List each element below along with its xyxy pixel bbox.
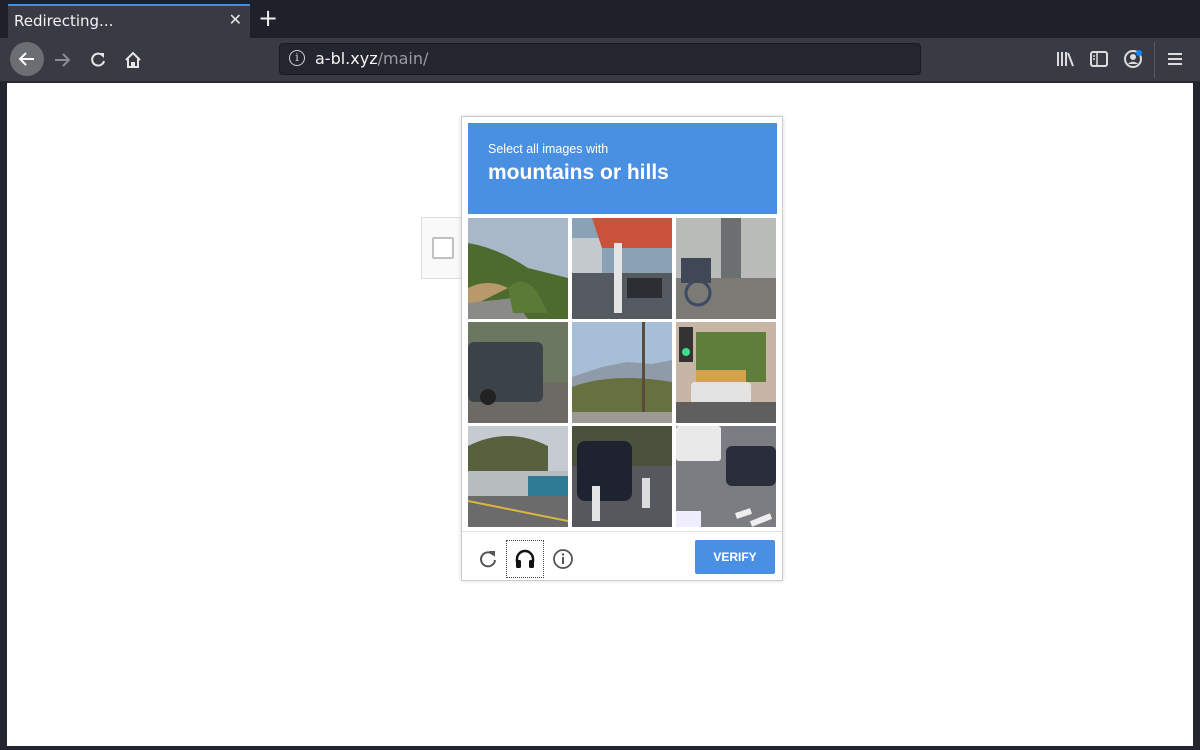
tile-image [572,322,672,423]
sidebar-icon [1090,51,1108,67]
captcha-tile-2[interactable] [572,218,672,319]
tab-bar: Redirecting... ✕ + [0,0,1200,38]
close-icon[interactable]: ✕ [229,10,242,29]
captcha-tile-4[interactable] [468,322,568,423]
captcha-tile-1[interactable] [468,218,568,319]
info-icon[interactable]: i [289,50,305,66]
browser-window: Redirecting... ✕ + i a-bl.xyz/main/ Sele… [0,0,1200,750]
info-icon [553,549,573,569]
url-text: a-bl.xyz/main/ [315,49,428,68]
menu-icon [1168,53,1182,65]
reload-button[interactable] [82,44,114,76]
tile-image [676,218,776,319]
sidebar-button[interactable] [1084,44,1114,74]
reload-challenge-button[interactable] [469,540,507,578]
account-icon [1124,50,1142,68]
recaptcha-checkbox[interactable] [432,237,454,259]
captcha-prompt-sub: Select all images with [488,142,609,156]
footer-divider [462,531,782,532]
url-host: a-bl.xyz [315,49,378,68]
help-button[interactable] [544,540,582,578]
toolbar-separator [1154,42,1155,78]
recaptcha-anchor [421,217,466,279]
captcha-challenge: Select all images with mountains or hill… [461,116,783,581]
headphones-icon [515,549,535,568]
captcha-tile-9[interactable] [676,426,776,527]
nav-bar: i a-bl.xyz/main/ [0,38,1200,82]
arrow-left-icon [18,52,34,66]
captcha-tile-8[interactable] [572,426,672,527]
home-button[interactable] [117,44,149,76]
page-content: Select all images with mountains or hill… [7,83,1193,746]
captcha-tile-3[interactable] [676,218,776,319]
forward-button[interactable] [46,44,78,76]
url-bar[interactable]: i a-bl.xyz/main/ [279,43,921,75]
plus-icon[interactable]: + [258,5,278,31]
tab-active[interactable]: Redirecting... ✕ [8,4,250,38]
reload-icon [480,551,496,568]
tile-image [572,426,672,527]
audio-challenge-button[interactable] [506,540,544,578]
reload-icon [91,52,105,67]
captcha-prompt-main: mountains or hills [488,161,669,184]
tile-image [676,426,776,527]
tile-image [468,218,568,319]
captcha-tile-7[interactable] [468,426,568,527]
menu-button[interactable] [1160,44,1190,74]
account-button[interactable] [1118,44,1148,74]
tile-image [572,218,672,319]
tile-image [468,426,568,527]
verify-button[interactable]: VERIFY [695,540,775,574]
library-icon [1057,52,1074,67]
captcha-image-grid [468,218,778,528]
captcha-tile-5[interactable] [572,322,672,423]
tile-image [468,322,568,423]
tab-title: Redirecting... [14,12,114,30]
home-icon [125,51,141,68]
captcha-header: Select all images with mountains or hill… [468,123,777,214]
back-button[interactable] [10,42,44,76]
library-button[interactable] [1050,44,1080,74]
captcha-tile-6[interactable] [676,322,776,423]
tile-image [676,322,776,423]
arrow-right-icon [55,53,71,67]
url-path: /main/ [377,49,429,68]
